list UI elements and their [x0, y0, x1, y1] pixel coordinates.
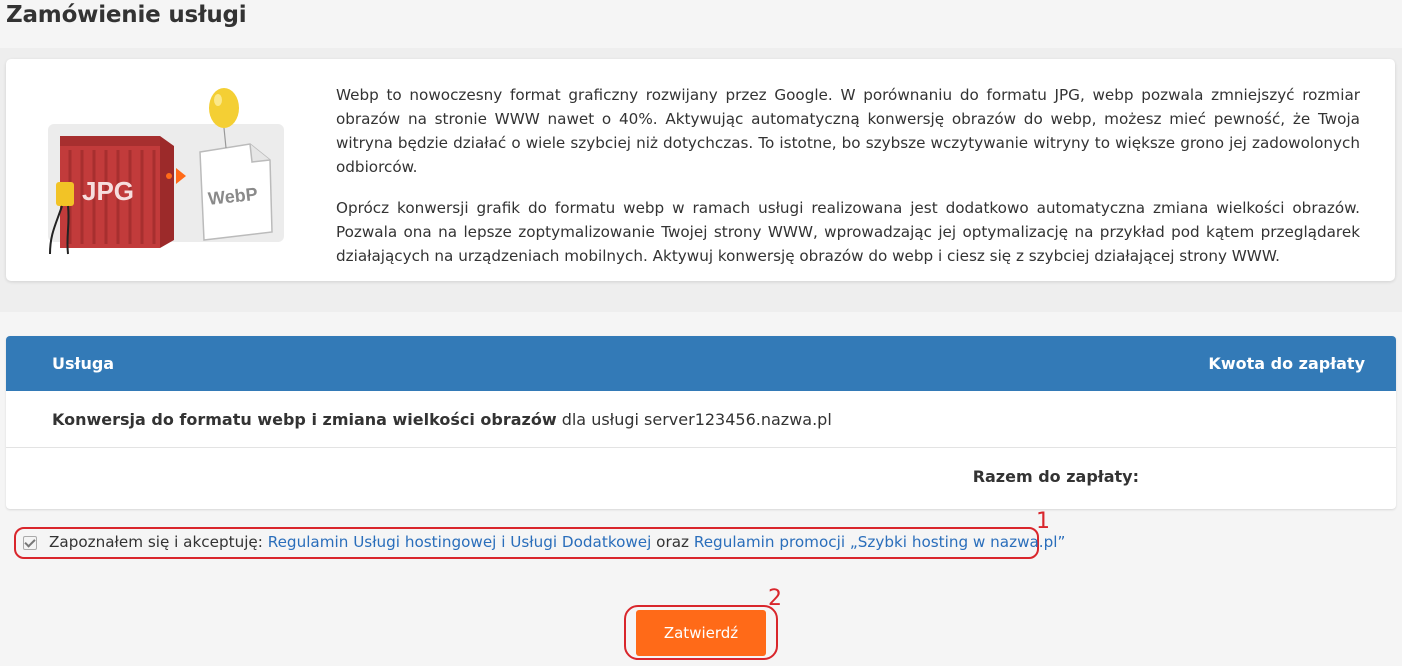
description-paragraph: Webp to nowoczesny format graficzny rozw… — [336, 86, 1360, 176]
service-description: Webp to nowoczesny format graficzny rozw… — [336, 83, 1360, 268]
total-row: Razem do zapłaty: — [6, 448, 1396, 508]
jpg-to-webp-illustration: JPG WebP — [36, 84, 296, 259]
terms-prefix: Zapoznałem się i akceptuję: — [49, 533, 268, 551]
service-name: Konwersja do formatu webp i zmiana wielk… — [52, 410, 557, 429]
terms-checkbox[interactable] — [23, 536, 37, 550]
jpg-label: JPG — [82, 176, 134, 206]
terms-acceptance: Zapoznałem się i akceptuję: Regulamin Us… — [14, 527, 1065, 559]
page-title: Zamówienie usługi — [6, 2, 247, 28]
promotion-terms-link[interactable]: Regulamin promocji „Szybki hosting w naz… — [694, 533, 1066, 551]
terms-text: Zapoznałem się i akceptuję: Regulamin Us… — [49, 533, 1065, 551]
service-suffix: dla usługi server123456.nazwa.pl — [556, 410, 832, 429]
service-cell: Konwersja do formatu webp i zmiana wielk… — [52, 410, 832, 429]
terms-middle: oraz — [651, 533, 694, 551]
column-header-service: Usługa — [52, 354, 115, 373]
column-header-amount: Kwota do zapłaty — [1208, 354, 1365, 373]
submit-button[interactable]: Zatwierdź — [636, 610, 766, 656]
description-paragraph: Oprócz konwersji grafik do formatu webp … — [336, 199, 1360, 265]
hosting-terms-link[interactable]: Regulamin Usługi hostingowej i Usługi Do… — [268, 533, 652, 551]
order-table: Usługa Kwota do zapłaty Konwersja do for… — [6, 336, 1396, 509]
table-row: Konwersja do formatu webp i zmiana wielk… — [6, 391, 1396, 448]
table-header: Usługa Kwota do zapłaty — [6, 336, 1396, 391]
total-label: Razem do zapłaty: — [972, 467, 1139, 486]
annotation-marker-1: 1 — [1036, 509, 1050, 534]
info-card: JPG WebP Webp to nowoczesny format grafi… — [6, 59, 1395, 281]
